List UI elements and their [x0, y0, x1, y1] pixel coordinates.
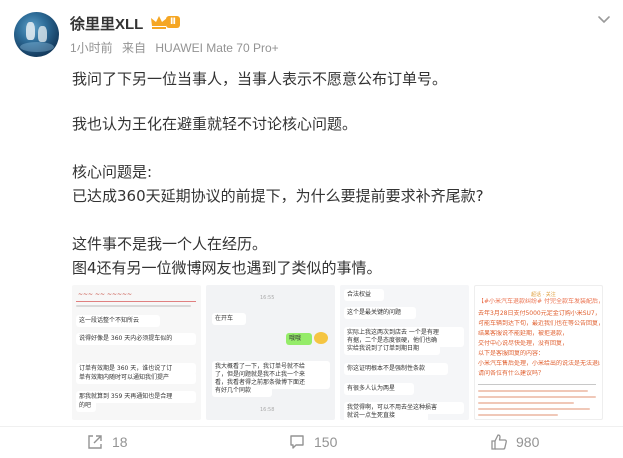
handwritten-note: ~~~ ~~ ~~~~~	[78, 291, 133, 298]
chat-bubble: 你这证明根本不是强制性条款	[344, 363, 448, 375]
chat-bubble: 单有效期内随时可以通知我们提产	[76, 372, 196, 384]
image-grid: ~~~ ~~ ~~~~~ 这一段话整个不知所云 说得好像是 360 天内必须提车…	[72, 285, 603, 420]
comment-count: 150	[314, 434, 338, 450]
repost-count: 18	[112, 434, 128, 450]
chat-bubble: 有很多人认为两星	[344, 383, 414, 395]
post-paragraph: 可能车辆到达下旬，最近我们也在等公告回复，	[478, 320, 600, 327]
weibo-post: 徐里里XLL Ⅱ 1小时前 来自 HUAWEI Mate 70 Pro+ 我问了…	[0, 0, 623, 458]
post-meta: 1小时前 来自 HUAWEI Mate 70 Pro+	[70, 39, 285, 56]
post-image-1[interactable]: ~~~ ~~ ~~~~~ 这一段话整个不知所云 说得好像是 360 天内必须提车…	[72, 285, 201, 420]
post-image-2[interactable]: 16:55 在开车 哦哦 我大概看了一下，我订单号就不给 了，但是问题就是我不止…	[206, 285, 335, 420]
post-paragraph: 去年3月28日支付5000元定金订购小米SU7，因个人原因推迟提车至今年1月，A…	[478, 310, 600, 317]
post-time[interactable]: 1小时前	[70, 41, 113, 55]
like-count: 980	[516, 434, 540, 450]
post-text-line-6: 图4还有另一位微博网友也遇到了类似的事情。	[72, 259, 382, 277]
post-paragraph: 交付中心说尽快处理，没有回复，	[478, 340, 569, 347]
emoji-icon	[314, 332, 328, 344]
comment-icon	[290, 435, 304, 449]
post-text-line-3: 核心问题是:	[72, 163, 153, 181]
chat-bubble: 的吧	[76, 400, 96, 412]
thumbs-up-icon	[491, 434, 507, 450]
repost-button[interactable]: 18	[86, 431, 128, 453]
chat-bubble: 在开车	[212, 313, 246, 325]
chat-bubble: 这个是最关键的问题	[344, 307, 416, 319]
vip-level-badge: Ⅱ	[166, 16, 180, 28]
post-image-3[interactable]: 合法权益 这个是最关键的问题 实际上我这两次到店去 一个是有理 有据，二个是态度…	[340, 285, 469, 420]
post-paragraph: 以下是客服回复的内容：	[478, 350, 545, 357]
chat-timestamp: 16:55	[260, 295, 275, 301]
chat-timestamp: 16:58	[260, 407, 275, 413]
repost-title: 【#小米汽车退款纠纷# 付完全款车发装配后，或无我的公司】	[478, 298, 600, 305]
post-image-4[interactable]: 超话 · 关注 【#小米汽车退款纠纷# 付完全款车发装配后，或无我的公司】 去年…	[474, 285, 603, 420]
chat-bubble-sent: 哦哦	[286, 333, 312, 345]
post-paragraph: 结果客服说不能延期，被拒退款，	[478, 330, 569, 337]
device-source: HUAWEI Mate 70 Pro+	[155, 41, 279, 55]
chat-bubble: 实给我说到了订单到期日期	[344, 343, 440, 355]
chat-bubble: 这一段话整个不知所云	[76, 315, 160, 327]
post-text-line-2: 我也认为王化在避重就轻不讨论核心问题。	[72, 115, 358, 133]
post-text-line-5: 这件事不是我一个人在经历。	[72, 235, 268, 253]
source-prefix: 来自	[122, 41, 147, 55]
like-button[interactable]: 980	[490, 431, 539, 453]
post-paragraph: 小米汽车售后处理，小米给出的说法是无法退回定金，	[478, 360, 600, 367]
chevron-down-icon[interactable]	[596, 14, 612, 26]
chat-bubble: 合法权益	[344, 289, 384, 301]
action-bar: 18 150 980	[0, 427, 623, 458]
post-text-line-4: 已达成360天延期协议的前提下，为什么要提前要求补齐尾款?	[72, 187, 484, 205]
avatar[interactable]	[14, 12, 59, 57]
comment-button[interactable]: 150	[288, 431, 337, 453]
chat-bubble: 有好几个同款	[212, 385, 272, 397]
chat-bubble: 就说一点生死直接	[344, 410, 428, 420]
chat-bubble: 说得好像是 360 天内必须提车似的	[76, 333, 196, 345]
supertopic-tag: 超话 · 关注	[531, 292, 556, 298]
repost-icon	[88, 435, 102, 449]
post-text-line-1: 我问了下另一位当事人，当事人表示不愿意公布订单号。	[72, 70, 448, 88]
post-paragraph: 请问各位有什么建议吗？	[478, 370, 545, 377]
username[interactable]: 徐里里XLL	[70, 13, 143, 34]
